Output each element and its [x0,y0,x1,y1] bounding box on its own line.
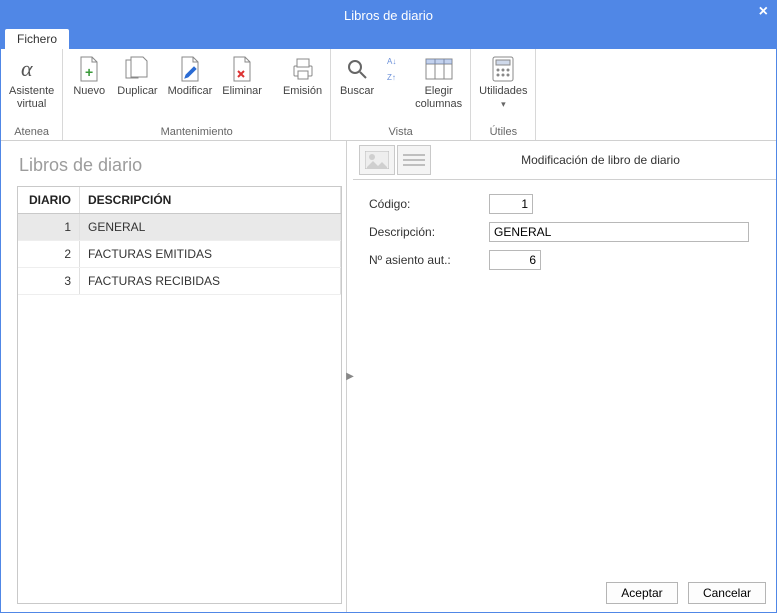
close-icon[interactable]: × [759,3,768,21]
ribbon-label: Utilidades [479,85,527,98]
table-row[interactable]: 2FACTURAS EMITIDAS [18,241,341,268]
title-bar: Libros de diario × [1,1,776,29]
ribbon-group-label: Vista [335,125,466,140]
elegir-columnas-button[interactable]: Elegir columnas [411,51,466,113]
col-header-descripcion[interactable]: DESCRIPCIÓN [80,187,341,213]
grid-header: DIARIO DESCRIPCIÓN [18,187,341,214]
search-icon [344,53,370,85]
sort-az-icon: A↓ Z↑ [385,53,405,85]
svg-text:+: + [85,64,93,80]
asistente-virtual-button[interactable]: α Asistente virtual [5,51,58,113]
cancel-button[interactable]: Cancelar [688,582,766,604]
data-grid[interactable]: DIARIO DESCRIPCIÓN 1GENERAL2FACTURAS EMI… [17,186,342,604]
cell-descripcion: FACTURAS EMITIDAS [80,241,341,267]
modificar-button[interactable]: Modificar [164,51,217,100]
ribbon-label: Emisión [283,85,322,98]
table-row[interactable]: 3FACTURAS RECIBIDAS [18,268,341,295]
label-descripcion: Descripción: [369,225,489,239]
input-codigo[interactable] [489,194,533,214]
file-copy-icon [123,53,151,85]
emision-button[interactable]: Emisión [279,51,326,100]
tab-fichero[interactable]: Fichero [5,29,69,49]
svg-text:A↓: A↓ [387,57,396,66]
list-view-icon[interactable] [397,145,431,175]
list-title: Libros de diario [19,155,340,176]
accept-button[interactable]: Aceptar [606,582,678,604]
svg-text:α: α [21,56,33,81]
window-title: Libros de diario [344,8,433,23]
columns-icon [425,53,453,85]
cell-diario: 2 [18,241,80,267]
detail-title: Modificación de libro de diario [431,153,770,167]
ribbon-group-vista: Buscar A↓ Z↑ Elegir columnas Vista [331,49,471,140]
image-view-icon[interactable] [359,145,395,175]
print-icon [289,53,317,85]
chevron-down-icon: ▾ [501,98,506,111]
detail-header: Modificación de libro de diario [353,141,776,180]
input-descripcion[interactable] [489,222,749,242]
ribbon-group-label: Atenea [5,125,58,140]
ribbon-label: Nuevo [73,85,105,98]
ribbon-label: Eliminar [222,85,262,98]
button-bar: Aceptar Cancelar [606,582,766,604]
col-header-diario[interactable]: DIARIO [18,187,80,213]
sort-button[interactable]: A↓ Z↑ [381,51,409,87]
table-row[interactable]: 1GENERAL [18,214,341,241]
label-asiento: Nº asiento aut.: [369,253,489,267]
svg-text:Z↑: Z↑ [387,73,396,82]
ribbon-label: Buscar [340,85,374,98]
file-edit-icon [178,53,202,85]
buscar-button[interactable]: Buscar [335,51,379,100]
ribbon-group-mantenimiento: + Nuevo Duplicar Modificar Eli [63,49,331,140]
cell-descripcion: FACTURAS RECIBIDAS [80,268,341,294]
input-asiento[interactable] [489,250,541,270]
ribbon-label: Modificar [168,85,213,98]
alpha-icon: α [19,53,45,85]
cell-diario: 1 [18,214,80,240]
calculator-icon [492,53,514,85]
ribbon-group-label: Útiles [475,125,531,140]
ribbon-group-label: Mantenimiento [67,125,326,140]
duplicar-button[interactable]: Duplicar [113,51,161,100]
nuevo-button[interactable]: + Nuevo [67,51,111,100]
cell-descripcion: GENERAL [80,214,341,240]
ribbon-label: Elegir columnas [415,85,462,111]
file-delete-icon [230,53,254,85]
file-plus-icon: + [77,53,101,85]
ribbon-tabstrip: Fichero [1,29,776,49]
list-panel: Libros de diario DIARIO DESCRIPCIÓN 1GEN… [1,141,347,612]
ribbon: α Asistente virtual Atenea + Nuevo Dupli… [1,49,776,141]
label-codigo: Código: [369,197,489,211]
ribbon-label: Duplicar [117,85,157,98]
detail-form: Código: Descripción: Nº asiento aut.: [353,180,776,292]
ribbon-label: Asistente virtual [9,85,54,111]
cell-diario: 3 [18,268,80,294]
ribbon-group-atenea: α Asistente virtual Atenea [1,49,63,140]
ribbon-group-utiles: Utilidades ▾ Útiles [471,49,536,140]
utilidades-button[interactable]: Utilidades ▾ [475,51,531,113]
eliminar-button[interactable]: Eliminar [218,51,266,100]
detail-panel: Modificación de libro de diario Código: … [353,141,776,612]
